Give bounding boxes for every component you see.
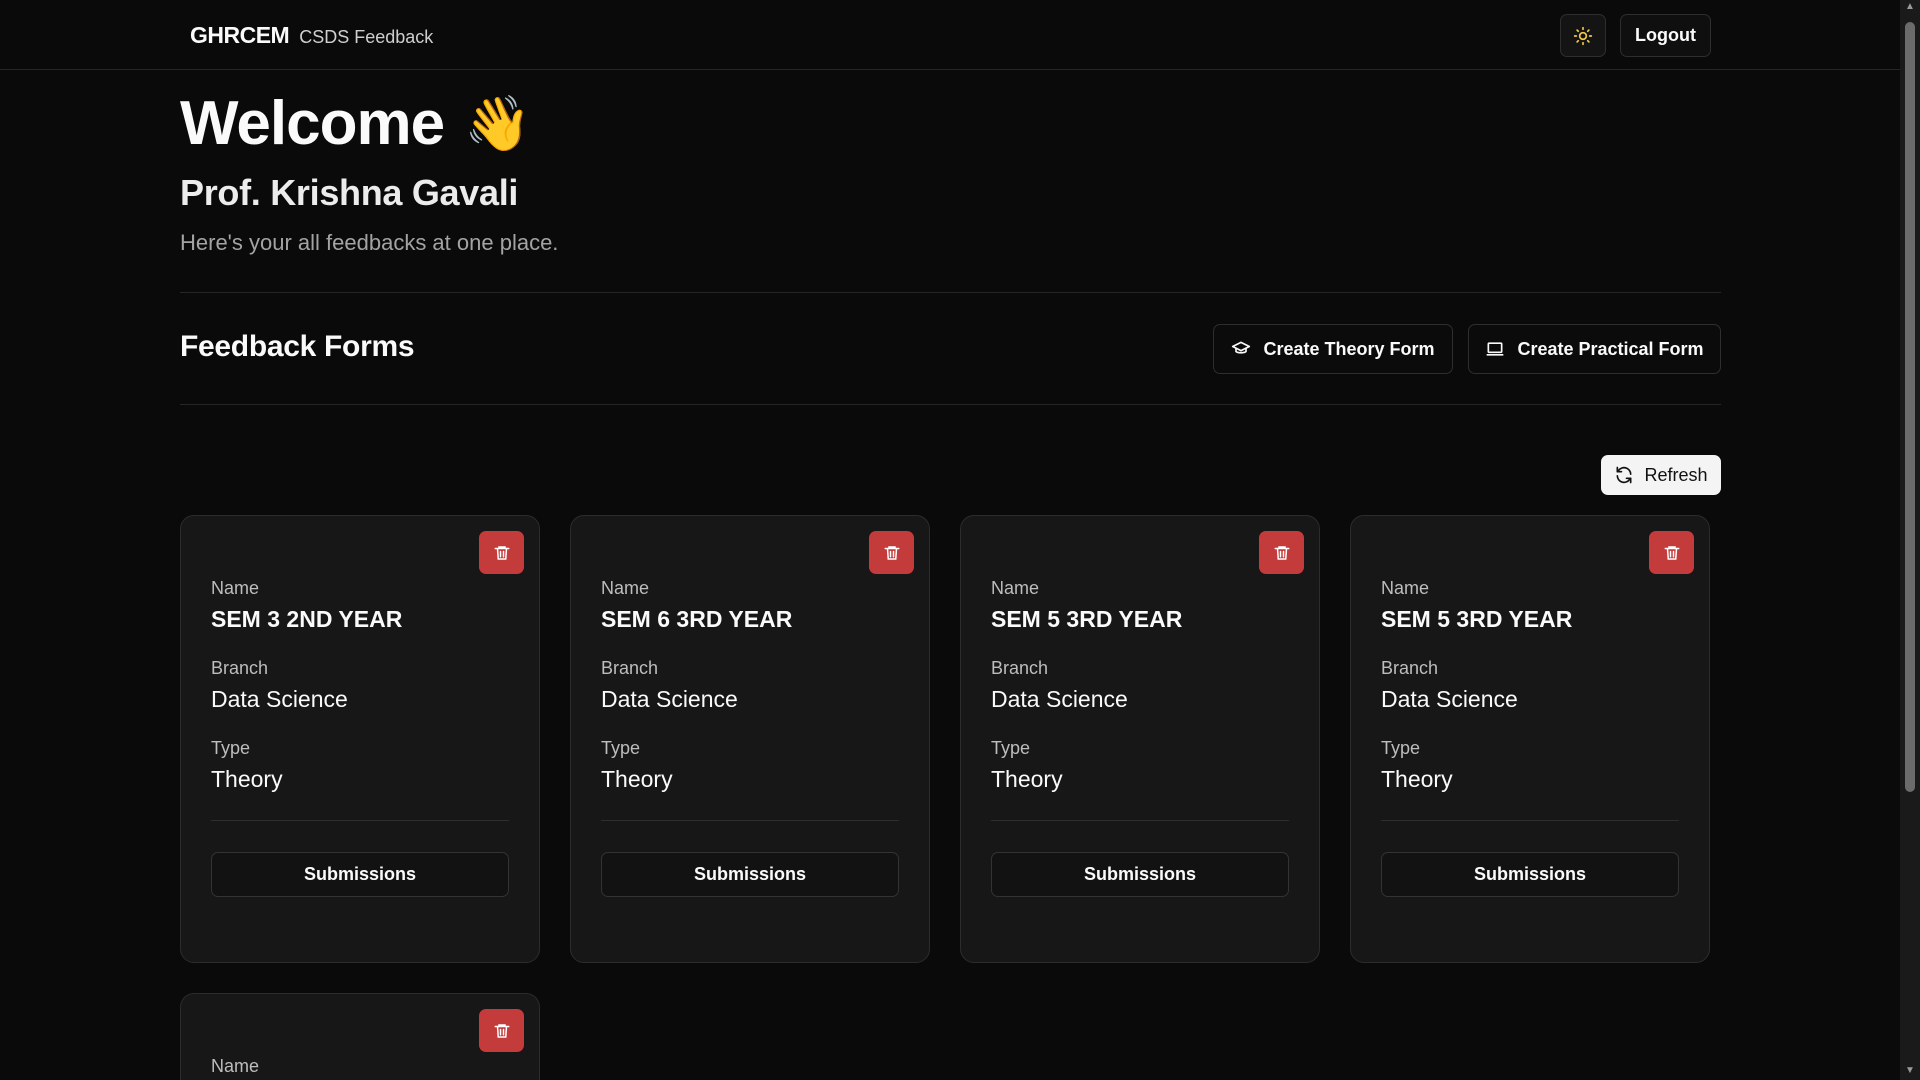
delete-button[interactable] (1259, 531, 1304, 574)
create-theory-form-button[interactable]: Create Theory Form (1213, 324, 1453, 374)
trash-icon (1664, 545, 1679, 560)
graduation-cap-icon (1232, 341, 1251, 354)
submissions-button[interactable]: Submissions (1381, 852, 1679, 897)
form-branch: Data Science (1381, 686, 1518, 712)
feedback-form-card: Name SEM 6 3RD YEAR Branch Data Science … (570, 515, 930, 963)
form-name: SEM 6 3RD YEAR (601, 606, 793, 632)
name-label: Name (211, 578, 260, 598)
feedback-form-card: Name SEM 5 3RD YEAR Branch Data Science … (1350, 515, 1710, 963)
branch-label: Branch (601, 658, 659, 678)
scroll-down-arrow-icon[interactable]: ▼ (1904, 1066, 1916, 1076)
form-branch: Data Science (211, 686, 348, 712)
welcome-tagline: Here's your all feedbacks at one place. (180, 230, 559, 255)
divider (180, 292, 1721, 293)
branch-label: Branch (211, 658, 269, 678)
form-branch: Data Science (991, 686, 1128, 712)
refresh-label: Refresh (1644, 464, 1708, 485)
type-label: Type (1381, 738, 1421, 758)
top-navbar: GHRCEM CSDS Feedback Logout (0, 0, 1900, 70)
type-label: Type (991, 738, 1031, 758)
form-name: SEM 3 2ND YEAR (211, 606, 403, 632)
create-theory-form-label: Create Theory Form (1263, 338, 1435, 359)
form-type: Theory (991, 766, 1063, 792)
card-divider (1381, 820, 1679, 821)
trash-icon (494, 1023, 509, 1038)
branch-label: Branch (1381, 658, 1439, 678)
brand-subtitle: CSDS Feedback (299, 27, 434, 47)
submissions-button[interactable]: Submissions (991, 852, 1289, 897)
delete-button[interactable] (869, 531, 914, 574)
trash-icon (1274, 545, 1289, 560)
scroll-up-arrow-icon[interactable]: ▲ (1904, 2, 1916, 12)
card-divider (211, 820, 509, 821)
brand[interactable]: GHRCEM CSDS Feedback (190, 22, 433, 49)
form-type: Theory (211, 766, 283, 792)
trash-icon (884, 545, 899, 560)
create-practical-form-button[interactable]: Create Practical Form (1468, 324, 1721, 374)
name-label: Name (1381, 578, 1430, 598)
create-practical-form-label: Create Practical Form (1517, 338, 1704, 359)
form-name: SEM 5 3RD YEAR (991, 606, 1183, 632)
divider (180, 404, 1721, 405)
section-title: Feedback Forms (180, 330, 415, 363)
form-name: SEM 5 3RD YEAR (1381, 606, 1573, 632)
sun-icon (1573, 26, 1593, 45)
welcome-title: Welcome (180, 89, 445, 158)
name-label: Name (211, 1056, 260, 1076)
professor-name: Prof. Krishna Gavali (180, 172, 519, 213)
trash-icon (494, 545, 509, 560)
laptop-icon (1487, 342, 1504, 356)
delete-button[interactable] (479, 1009, 524, 1052)
refresh-button[interactable]: Refresh (1601, 455, 1721, 495)
submissions-button[interactable]: Submissions (211, 852, 509, 897)
form-type: Theory (1381, 766, 1453, 792)
type-label: Type (601, 738, 641, 758)
scroll-thumb[interactable] (1905, 22, 1915, 792)
name-label: Name (991, 578, 1040, 598)
branch-label: Branch (991, 658, 1049, 678)
refresh-icon (1616, 466, 1632, 484)
feedback-form-card: Name (180, 993, 540, 1080)
feedback-form-card: Name SEM 5 3RD YEAR Branch Data Science … (960, 515, 1320, 963)
card-divider (601, 820, 899, 821)
delete-button[interactable] (479, 531, 524, 574)
brand-name: GHRCEM (190, 22, 290, 48)
page-scrollbar[interactable]: ▲ ▼ (1900, 0, 1920, 1080)
delete-button[interactable] (1649, 531, 1694, 574)
form-type: Theory (601, 766, 673, 792)
name-label: Name (601, 578, 650, 598)
form-branch: Data Science (601, 686, 738, 712)
submissions-button[interactable]: Submissions (601, 852, 899, 897)
card-divider (991, 820, 1289, 821)
logout-button[interactable]: Logout (1620, 14, 1711, 57)
waving-hand-icon: 👋 (464, 93, 532, 154)
type-label: Type (211, 738, 251, 758)
feedback-form-card: Name SEM 3 2ND YEAR Branch Data Science … (180, 515, 540, 963)
theme-toggle-button[interactable] (1560, 14, 1606, 57)
welcome-heading: Welcome 👋 (180, 88, 531, 159)
